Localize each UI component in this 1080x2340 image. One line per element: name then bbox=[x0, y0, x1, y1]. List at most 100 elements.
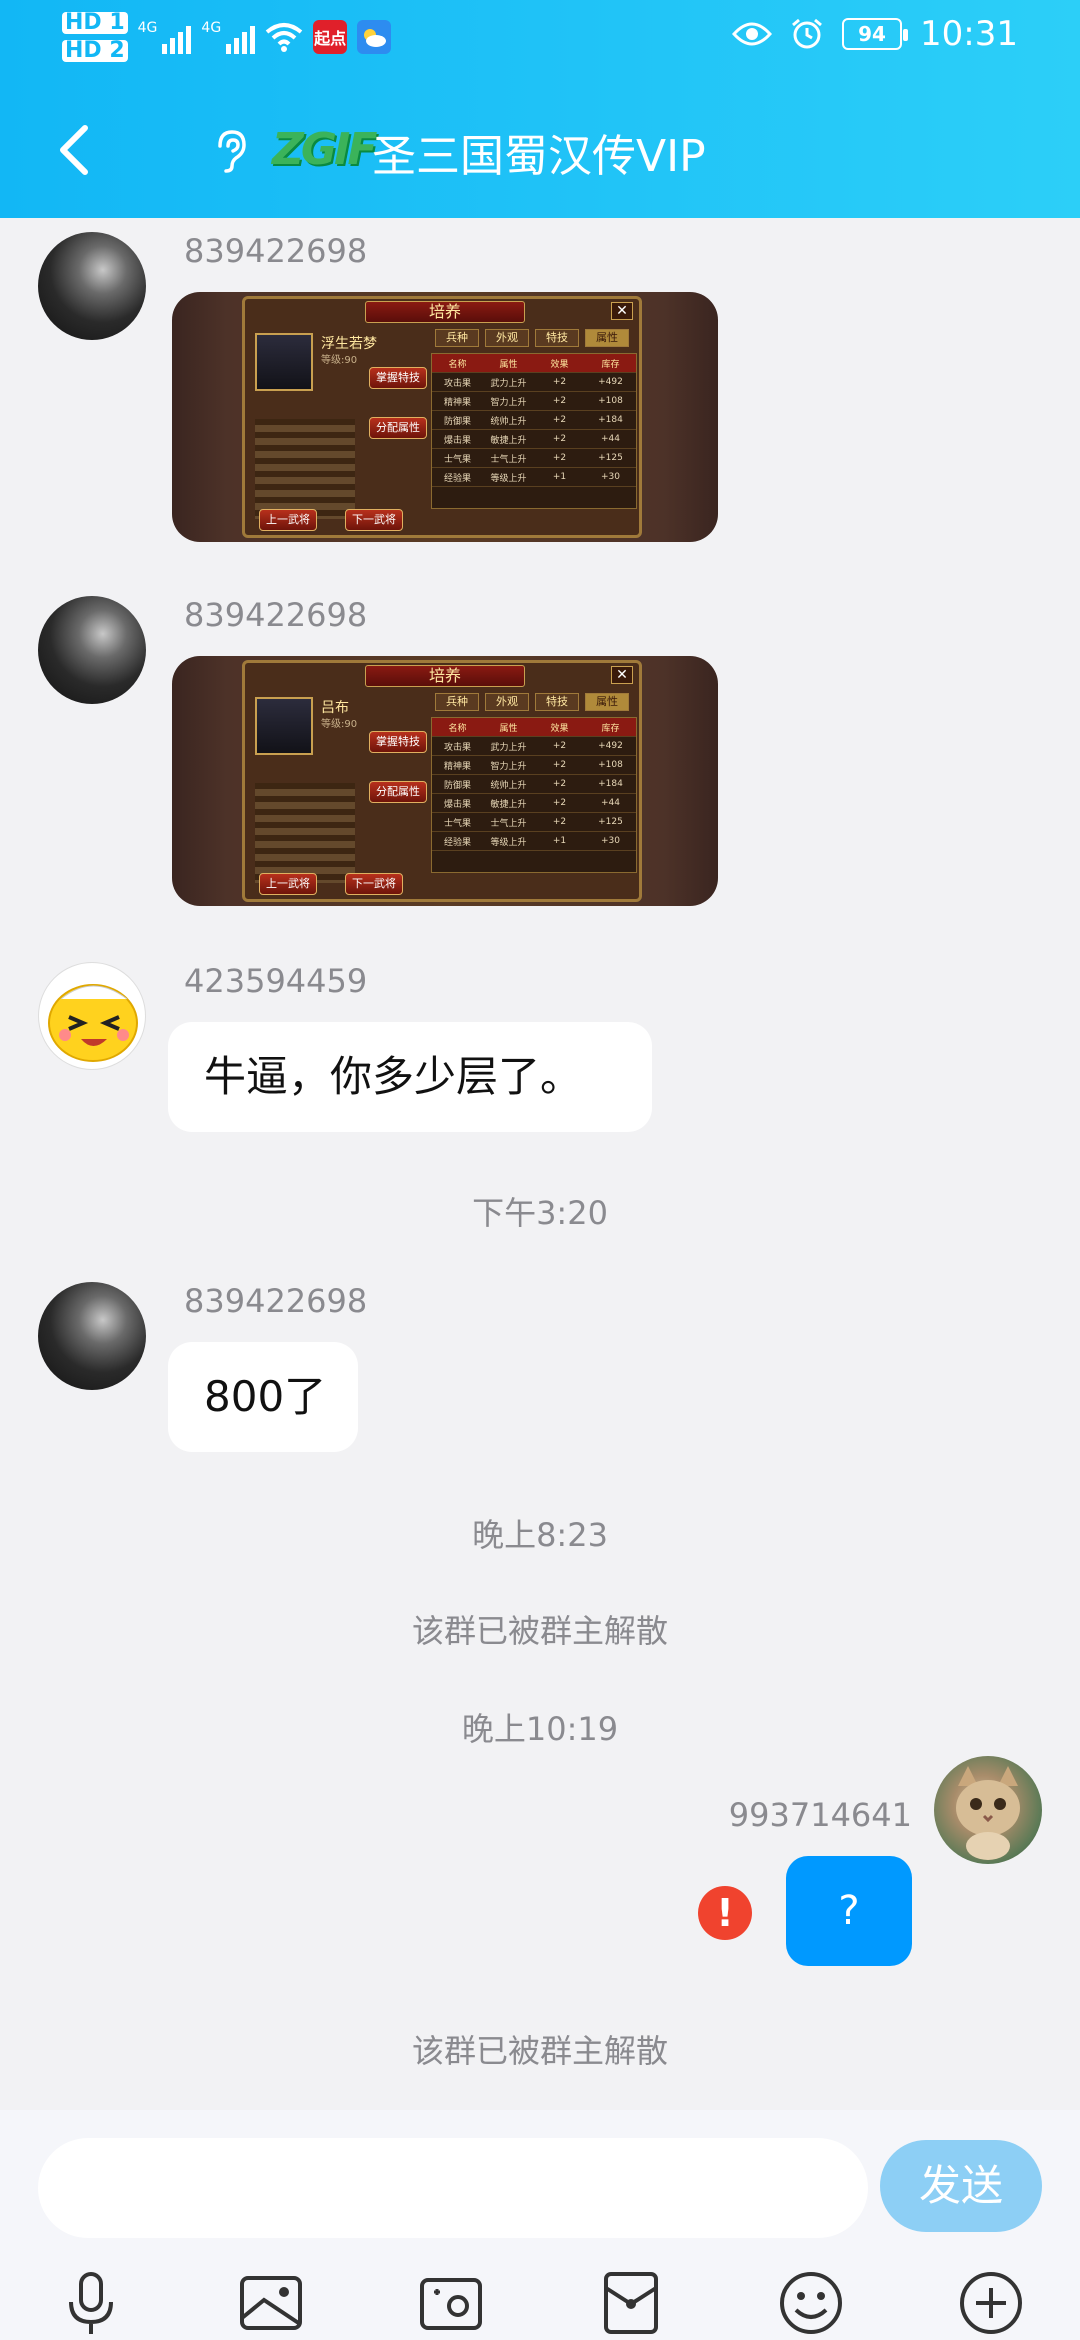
avatar[interactable] bbox=[38, 1282, 146, 1390]
game-tab: 属性 bbox=[585, 693, 629, 711]
emoji-icon[interactable] bbox=[776, 2268, 846, 2338]
text-bubble[interactable]: 800了 bbox=[168, 1342, 358, 1452]
close-icon: ✕ bbox=[611, 302, 633, 320]
item-row: 士气果 士气上升 +2 +125 bbox=[432, 449, 636, 468]
image-message[interactable]: 培养 ✕ 浮生若梦 等级:90 掌握特技 分配属性 兵种 外观 特技 属性 名称 bbox=[172, 292, 718, 542]
red-packet-icon[interactable] bbox=[596, 2268, 666, 2338]
game-tab: 特技 bbox=[535, 329, 579, 347]
hero-name: 浮生若梦 bbox=[321, 336, 377, 352]
col-effect: 效果 bbox=[550, 359, 569, 370]
camera-icon[interactable] bbox=[416, 2268, 486, 2338]
cat-avatar-icon bbox=[956, 1766, 1020, 1860]
item-row: 防御果 统帅上升 +2 +184 bbox=[432, 411, 636, 430]
signal-icon-2: 4G bbox=[201, 20, 256, 54]
plus-icon[interactable] bbox=[956, 2268, 1026, 2338]
sender-id: 423594459 bbox=[184, 962, 368, 1000]
sender-id: 839422698 bbox=[184, 596, 368, 634]
ear-icon[interactable] bbox=[210, 128, 252, 174]
item-row: 精神果 智力上升 +2 +108 bbox=[432, 756, 636, 775]
weather-app-icon bbox=[357, 20, 392, 54]
status-left: HD 1 HD 2 4G 4G 起点 bbox=[62, 12, 392, 62]
next-hero-button: 下一武将 bbox=[345, 873, 403, 895]
mic-icon[interactable] bbox=[56, 2268, 126, 2338]
game-tab: 外观 bbox=[485, 693, 529, 711]
game-panel-title: 培养 bbox=[365, 301, 525, 323]
avatar[interactable] bbox=[934, 1756, 1042, 1864]
col-attr: 属性 bbox=[499, 359, 518, 370]
qidian-app-icon: 起点 bbox=[313, 20, 348, 54]
game-tab: 外观 bbox=[485, 329, 529, 347]
game-tabs: 兵种 外观 特技 属性 bbox=[435, 329, 629, 347]
prev-hero-button: 上一武将 bbox=[259, 873, 317, 895]
prev-hero-button: 上一武将 bbox=[259, 509, 317, 531]
wifi-icon bbox=[265, 23, 303, 52]
item-row: 攻击果 武力上升 +2 +492 bbox=[432, 373, 636, 392]
hero-stats bbox=[255, 419, 425, 519]
network-type-2: 4G bbox=[201, 20, 222, 36]
header: HD 1 HD 2 4G 4G 起点 94 10:31 ZGIF 圣三国蜀汉传V… bbox=[0, 0, 1080, 218]
item-row: 防御果 统帅上升 +2 +184 bbox=[432, 775, 636, 794]
item-row: 经验果 等级上升 +1 +30 bbox=[432, 832, 636, 851]
sender-id: 839422698 bbox=[184, 1282, 368, 1320]
item-row: 爆击果 敏捷上升 +2 +44 bbox=[432, 794, 636, 813]
system-notice: 该群已被群主解散 bbox=[411, 2032, 668, 2070]
game-panel: 培养 ✕ 吕布 等级:90 掌握特技 分配属性 兵种 外观 特技 属性 名称 属性… bbox=[242, 660, 642, 902]
hero-name: 吕布 bbox=[321, 700, 349, 716]
group-title[interactable]: 圣三国蜀汉传VIP bbox=[372, 120, 706, 184]
system-notice: 该群已被群主解散 bbox=[411, 1612, 668, 1650]
game-tabs: 兵种 外观 特技 属性 bbox=[435, 693, 629, 711]
chat-screen: HD 1 HD 2 4G 4G 起点 94 10:31 ZGIF 圣三国蜀汉传V… bbox=[0, 0, 1080, 2340]
game-panel-title: 培养 bbox=[365, 665, 525, 687]
image-message[interactable]: 培养 ✕ 吕布 等级:90 掌握特技 分配属性 兵种 外观 特技 属性 名称 属性… bbox=[172, 656, 718, 906]
game-tab: 属性 bbox=[585, 329, 629, 347]
signal-icon: 4G bbox=[138, 20, 192, 54]
timestamp: 晚上8:23 bbox=[472, 1516, 608, 1554]
game-tab: 兵种 bbox=[435, 329, 479, 347]
col-name: 名称 bbox=[448, 359, 467, 370]
game-panel: 培养 ✕ 浮生若梦 等级:90 掌握特技 分配属性 兵种 外观 特技 属性 名称 bbox=[242, 296, 642, 538]
item-row: 爆击果 敏捷上升 +2 +44 bbox=[432, 430, 636, 449]
item-table-head: 名称 属性 效果 库存 bbox=[432, 354, 636, 373]
text-bubble[interactable]: 牛逼，你多少层了。 bbox=[168, 1022, 652, 1132]
text-bubble-self[interactable]: ? bbox=[786, 1856, 912, 1966]
hd-indicators: HD 1 HD 2 bbox=[62, 12, 128, 62]
sender-id: 993714641 bbox=[728, 1796, 912, 1834]
hd2-badge: HD 2 bbox=[62, 40, 128, 62]
timestamp: 下午3:20 bbox=[472, 1194, 608, 1232]
network-type-1: 4G bbox=[137, 20, 158, 36]
item-row: 攻击果 武力上升 +2 +492 bbox=[432, 737, 636, 756]
group-logo: ZGIF bbox=[272, 124, 377, 175]
title-bar: ZGIF 圣三国蜀汉传VIP bbox=[0, 110, 1080, 190]
emoji-avatar-icon bbox=[48, 984, 138, 1062]
avatar[interactable] bbox=[38, 962, 146, 1070]
input-bar: 发送 bbox=[0, 2110, 1080, 2340]
status-right: 94 10:31 bbox=[732, 14, 1018, 54]
col-stock: 库存 bbox=[601, 359, 620, 370]
item-table: 名称 属性 效果 库存 攻击果 武力上升 +2 +492 精神果 智力上升 +2 +108 防御果… bbox=[431, 717, 637, 873]
clock: 10:31 bbox=[920, 14, 1018, 54]
hero-level: 等级:90 bbox=[321, 355, 358, 366]
status-bar: HD 1 HD 2 4G 4G 起点 94 10:31 bbox=[0, 0, 1080, 80]
item-row: 精神果 智力上升 +2 +108 bbox=[432, 392, 636, 411]
game-tab: 特技 bbox=[535, 693, 579, 711]
toolbar bbox=[0, 2260, 1080, 2340]
item-row: 士气果 士气上升 +2 +125 bbox=[432, 813, 636, 832]
send-failed-icon[interactable]: ! bbox=[698, 1886, 752, 1940]
message-input[interactable] bbox=[38, 2138, 868, 2238]
sender-id: 839422698 bbox=[184, 232, 368, 270]
item-table: 名称 属性 效果 库存 攻击果 武力上升 +2 +492 精神果 智力上升 +2 +108 … bbox=[431, 353, 637, 509]
skill-button: 掌握特技 bbox=[369, 731, 427, 753]
avatar[interactable] bbox=[38, 232, 146, 340]
avatar[interactable] bbox=[38, 596, 146, 704]
item-table-head: 名称 属性 效果 库存 bbox=[432, 718, 636, 737]
game-tab: 兵种 bbox=[435, 693, 479, 711]
alarm-icon bbox=[792, 18, 822, 49]
send-button[interactable]: 发送 bbox=[880, 2140, 1042, 2232]
hero-portrait bbox=[255, 697, 313, 755]
back-arrow-icon[interactable] bbox=[55, 124, 95, 176]
hd1-badge: HD 1 bbox=[62, 12, 128, 34]
hero-stats bbox=[255, 783, 425, 883]
image-icon[interactable] bbox=[236, 2268, 306, 2338]
hero-portrait bbox=[255, 333, 313, 391]
skill-button: 掌握特技 bbox=[369, 367, 427, 389]
